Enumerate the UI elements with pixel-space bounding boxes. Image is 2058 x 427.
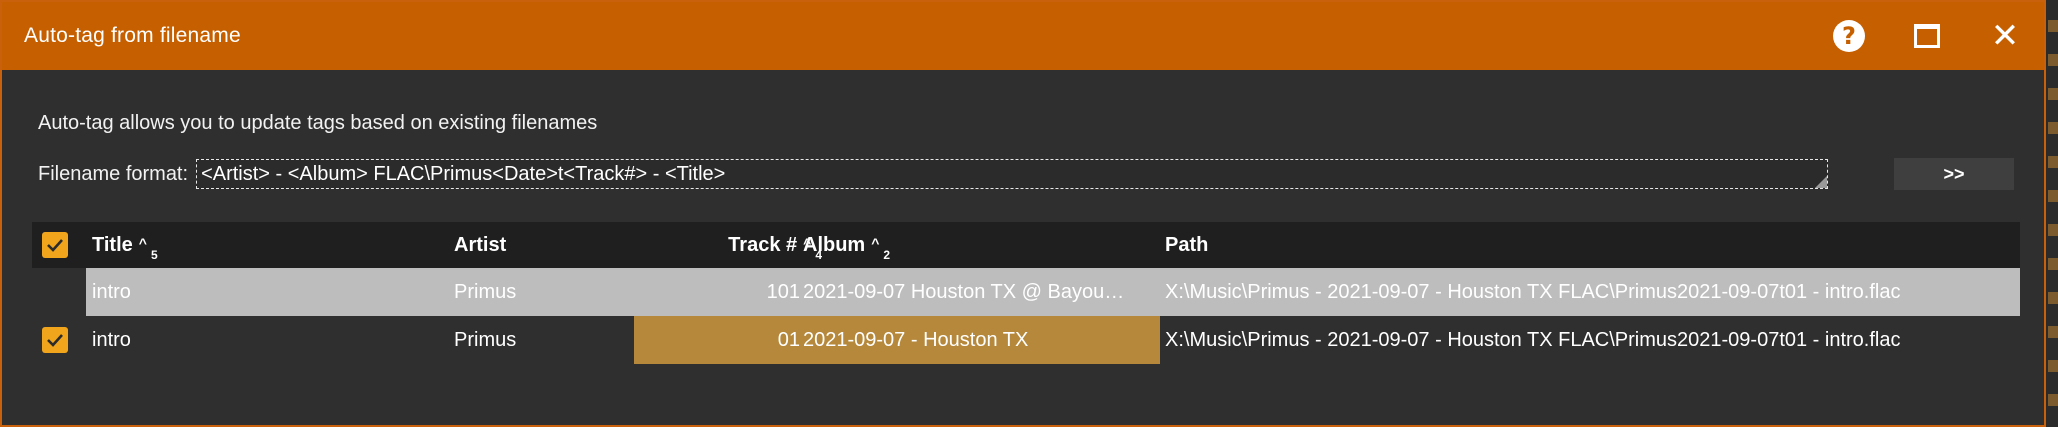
column-header-path[interactable]: Path bbox=[1165, 222, 1565, 268]
maximize-button[interactable] bbox=[1888, 2, 1966, 70]
grid-header: Title ^ 5 Artist Track # ^ 4 Album ^ 2 P… bbox=[32, 222, 2020, 268]
sort-asc-icon: ^ bbox=[871, 235, 880, 251]
title-cell: intro bbox=[92, 280, 131, 303]
row-checkbox[interactable] bbox=[42, 327, 68, 353]
track-cell: 01 bbox=[777, 328, 800, 351]
track-cell: 101 bbox=[766, 280, 800, 303]
album-cell: 2021-09-07 Houston TX @ Bayou… bbox=[803, 280, 1125, 303]
title-cell: intro bbox=[92, 328, 131, 351]
column-header-title[interactable]: Title ^ 5 bbox=[92, 222, 432, 268]
maximize-icon bbox=[1914, 24, 1940, 48]
window-controls: ? ✕ bbox=[1810, 2, 2044, 70]
help-icon: ? bbox=[1833, 20, 1865, 52]
filename-format-label: Filename format: bbox=[38, 162, 189, 185]
column-header-album[interactable]: Album ^ 2 bbox=[803, 222, 1143, 268]
apply-format-button[interactable]: >> bbox=[1894, 158, 2014, 190]
column-header-artist[interactable]: Artist bbox=[454, 222, 634, 268]
table-row[interactable]: intro Primus 101 2021-09-07 Houston TX @… bbox=[32, 268, 2020, 316]
sort-order-number: 2 bbox=[883, 248, 891, 262]
background-window-edge bbox=[2044, 0, 2058, 427]
artist-cell: Primus bbox=[454, 280, 517, 303]
help-button[interactable]: ? bbox=[1810, 2, 1888, 70]
auto-tag-dialog: Auto-tag from filename ? ✕ Auto-tag allo… bbox=[0, 0, 2046, 427]
preview-grid: Title ^ 5 Artist Track # ^ 4 Album ^ 2 P… bbox=[32, 222, 2020, 364]
sort-asc-icon: ^ bbox=[138, 235, 147, 251]
filename-format-value: <Artist> - <Album> FLAC\Primus<Date>t<Tr… bbox=[201, 163, 726, 185]
sort-order-number: 5 bbox=[150, 248, 158, 262]
column-header-track[interactable]: Track # ^ 4 bbox=[674, 222, 822, 268]
artist-cell: Primus bbox=[454, 328, 517, 351]
checkmark-icon bbox=[47, 334, 63, 347]
close-button[interactable]: ✕ bbox=[1966, 2, 2044, 70]
filename-format-input[interactable]: <Artist> - <Album> FLAC\Primus<Date>t<Tr… bbox=[196, 159, 1829, 189]
dropdown-grip-icon[interactable] bbox=[1815, 176, 1828, 188]
path-cell: X:\Music\Primus - 2021-09-07 - Houston T… bbox=[1165, 328, 1901, 351]
dialog-title: Auto-tag from filename bbox=[24, 24, 241, 47]
table-row[interactable]: intro Primus 01 2021-09-07 - Houston TX … bbox=[32, 316, 2020, 364]
checkmark-icon bbox=[47, 239, 63, 252]
select-all-checkbox[interactable] bbox=[42, 232, 68, 258]
row-checkbox-cell bbox=[42, 316, 72, 364]
title-bar[interactable]: Auto-tag from filename ? ✕ bbox=[2, 2, 2044, 70]
path-cell: X:\Music\Primus - 2021-09-07 - Houston T… bbox=[1165, 280, 1901, 303]
description-text: Auto-tag allows you to update tags based… bbox=[38, 112, 598, 134]
album-cell: 2021-09-07 - Houston TX bbox=[803, 328, 1029, 351]
close-icon: ✕ bbox=[1990, 16, 2020, 56]
filename-format-row: Filename format: <Artist> - <Album> FLAC… bbox=[38, 159, 1829, 189]
header-checkbox-cell bbox=[42, 222, 72, 268]
